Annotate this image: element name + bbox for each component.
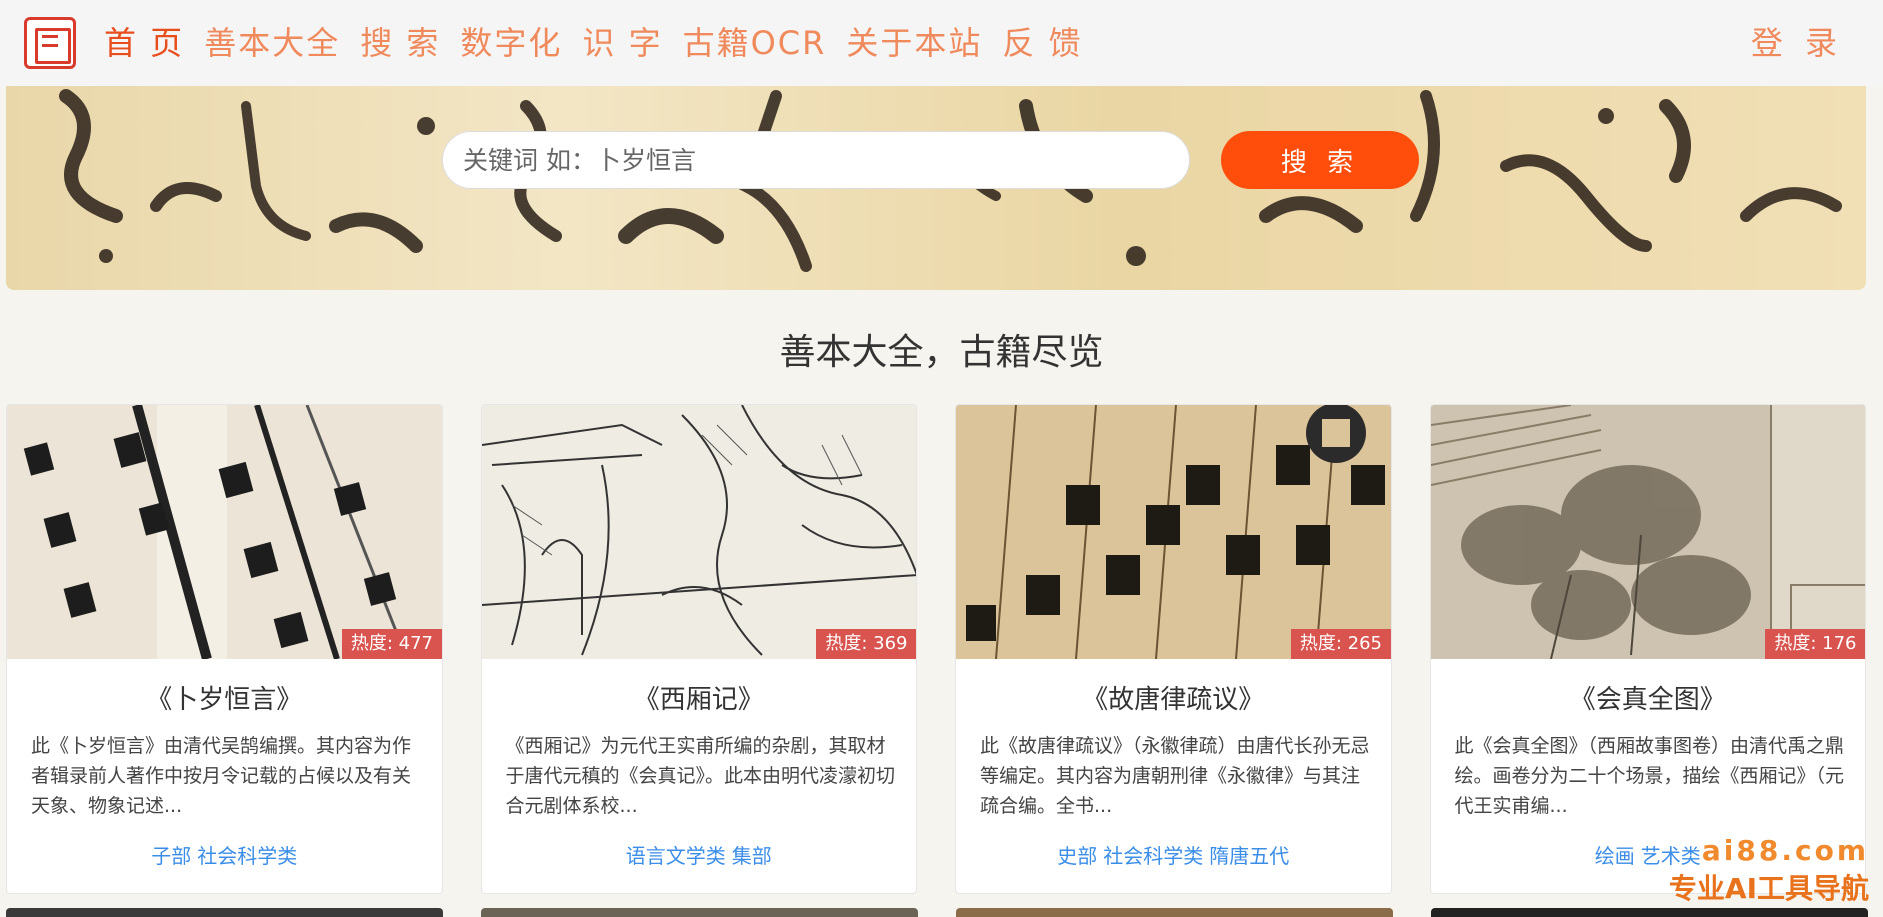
watermark: ai88.com 专业AI工具导航 [1669, 832, 1869, 908]
book-tags: 史部 社会科学类 隋唐五代 [956, 841, 1391, 871]
book-card-grid: 热度: 477 《卜岁恒言》 此《卜岁恒言》由清代吴鹄编撰。其内容为作者辑录前人… [6, 404, 1866, 894]
tag-link[interactable]: 社会科学类 [1103, 844, 1203, 868]
heat-badge: 热度: 369 [816, 629, 917, 659]
nav-item-home[interactable]: 首 页 [104, 20, 184, 66]
book-cover-image[interactable]: 热度: 477 [7, 405, 442, 659]
tag-link[interactable]: 绘画 [1595, 844, 1635, 868]
nav-item-digitize[interactable]: 数字化 [460, 20, 562, 66]
book-card[interactable]: 热度: 477 《卜岁恒言》 此《卜岁恒言》由清代吴鹄编撰。其内容为作者辑录前人… [6, 404, 443, 894]
tag-link[interactable]: 隋唐五代 [1209, 844, 1289, 868]
book-cover-image[interactable]: 热度: 176 [1430, 405, 1866, 659]
book-title[interactable]: 《卜岁恒言》 [7, 681, 442, 719]
heat-badge: 热度: 265 [1290, 629, 1391, 659]
book-tags: 语言文学类 集部 [482, 841, 917, 871]
book-card[interactable]: 热度: 265 《故唐律疏议》 此《故唐律疏议》（永徽律疏）由唐代长孙无忌等编定… [955, 404, 1392, 894]
book-card[interactable]: 热度: 369 《西厢记》 《西厢记》为元代王实甫所编的杂剧，其取材于唐代元稹的… [480, 404, 917, 894]
book-card[interactable]: 热度: 176 《会真全图》 此《会真全图》（西厢故事图卷）由清代禹之鼎绘。画卷… [1429, 404, 1866, 894]
next-row-card-edge [1431, 908, 1868, 917]
next-row-card-edge [481, 908, 918, 917]
nav-item-search[interactable]: 搜 索 [360, 20, 440, 66]
book-description: 此《故唐律疏议》（永徽律疏）由唐代长孙无忌等编定。其内容为唐朝刑律《永徽律》与其… [980, 735, 1370, 817]
nav-item-about[interactable]: 关于本站 [846, 20, 982, 66]
nav-item-feedback[interactable]: 反 馈 [1002, 20, 1082, 66]
tag-link[interactable]: 子部 [151, 844, 191, 868]
tag-link[interactable]: 社会科学类 [197, 844, 297, 868]
nav-item-recognize-chars[interactable]: 识 字 [582, 20, 662, 66]
heat-badge: 热度: 176 [1765, 629, 1866, 659]
site-logo-icon[interactable] [24, 17, 76, 69]
tag-link[interactable]: 语言文学类 [626, 844, 726, 868]
tag-link[interactable]: 集部 [732, 844, 772, 868]
book-title[interactable]: 《会真全图》 [1431, 681, 1866, 719]
book-description: 此《卜岁恒言》由清代吴鹄编撰。其内容为作者辑录前人著作中按月令记载的占候以及有关… [31, 735, 412, 817]
search-button[interactable]: 搜 索 [1221, 131, 1419, 189]
nav-item-rare-books[interactable]: 善本大全 [204, 20, 340, 66]
book-description: 《西厢记》为元代王实甫所编的杂剧，其取材于唐代元稹的《会真记》。此本由明代凌濛初… [505, 735, 896, 817]
login-link[interactable]: 登 录 [1751, 20, 1843, 66]
top-nav: 首 页 善本大全 搜 索 数字化 识 字 古籍OCR 关于本站 反 馈 登 录 [0, 0, 1883, 86]
book-title[interactable]: 《故唐律疏议》 [956, 681, 1391, 719]
main-menu: 首 页 善本大全 搜 索 数字化 识 字 古籍OCR 关于本站 反 馈 [104, 20, 1083, 66]
book-description: 此《会真全图》（西厢故事图卷）由清代禹之鼎绘。画卷分为二十个场景，描绘《西厢记》… [1454, 735, 1845, 817]
watermark-tagline: 专业AI工具导航 [1668, 872, 1869, 905]
book-cover-image[interactable]: 热度: 369 [481, 405, 917, 659]
tag-link[interactable]: 史部 [1057, 844, 1097, 868]
section-title: 善本大全，古籍尽览 [779, 332, 1104, 373]
nav-item-ocr[interactable]: 古籍OCR [683, 20, 827, 66]
next-row-card-edge [6, 908, 443, 917]
heat-badge: 热度: 477 [341, 629, 442, 659]
next-row-card-edge [956, 908, 1393, 917]
book-cover-image[interactable]: 热度: 265 [956, 405, 1391, 659]
book-title[interactable]: 《西厢记》 [482, 681, 917, 719]
book-tags: 子部 社会科学类 [7, 841, 442, 871]
search-input[interactable] [442, 131, 1190, 189]
watermark-domain: ai88.com [1701, 834, 1869, 867]
